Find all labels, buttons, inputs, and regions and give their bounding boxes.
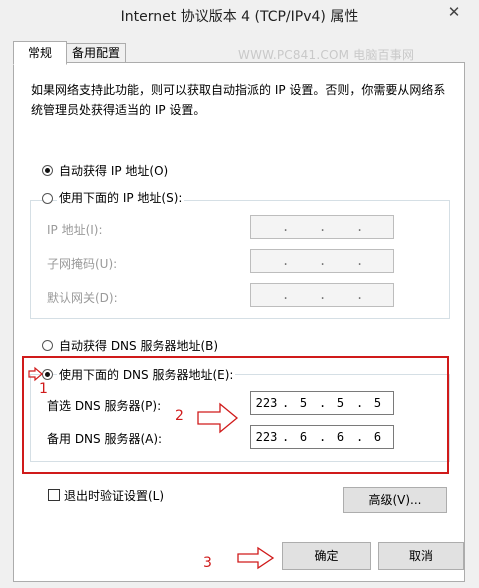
tab-alternate-config-label: 备用配置 (71, 46, 120, 60)
watermark: WWW.PC841.COM 电脑百事网 (238, 48, 415, 62)
tab-general[interactable]: 常规 (13, 41, 67, 65)
step2-arrow-icon (197, 402, 239, 434)
description-text: 如果网络支持此功能，则可以获取自动指派的 IP 设置。否则，你需要从网络系统管理… (31, 83, 446, 117)
step3-label: 3 (203, 555, 212, 571)
tab-alternate-config[interactable]: 备用配置 (66, 43, 126, 64)
auto-ip-label[interactable]: 自动获得 IP 地址(O) (59, 162, 168, 179)
default-gateway-label: 默认网关(D): (47, 291, 118, 305)
step2-label: 2 (175, 408, 184, 424)
cancel-button[interactable]: 取消 (378, 542, 464, 570)
step1-arrow-icon (28, 366, 43, 382)
auto-ip-radio[interactable] (42, 165, 53, 176)
auto-dns-radio[interactable] (42, 340, 53, 351)
manual-ip-label[interactable]: 使用下面的 IP 地址(S): (57, 189, 185, 206)
ip-address-label: IP 地址(I): (47, 223, 103, 237)
validate-checkbox[interactable] (48, 489, 60, 501)
step3-arrow-icon (237, 546, 275, 570)
validate-label[interactable]: 退出时验证设置(L) (64, 487, 164, 504)
subnet-mask-label: 子网掩码(U): (47, 257, 118, 271)
close-button[interactable]: ✕ (440, 2, 468, 22)
close-icon: ✕ (447, 3, 461, 21)
ok-button[interactable]: 确定 (282, 542, 371, 570)
step1-label: 1 (39, 381, 48, 397)
subnet-mask-field[interactable]: ... (250, 249, 394, 273)
manual-ip-radio[interactable] (42, 193, 53, 204)
ip-address-field[interactable]: ... (250, 215, 394, 239)
tab-general-label: 常规 (27, 46, 52, 60)
auto-dns-label[interactable]: 自动获得 DNS 服务器地址(B) (59, 337, 218, 354)
default-gateway-field[interactable]: ... (250, 283, 394, 307)
advanced-button[interactable]: 高级(V)... (343, 487, 447, 513)
window-title: Internet 协议版本 4 (TCP/IPv4) 属性 (120, 9, 359, 25)
